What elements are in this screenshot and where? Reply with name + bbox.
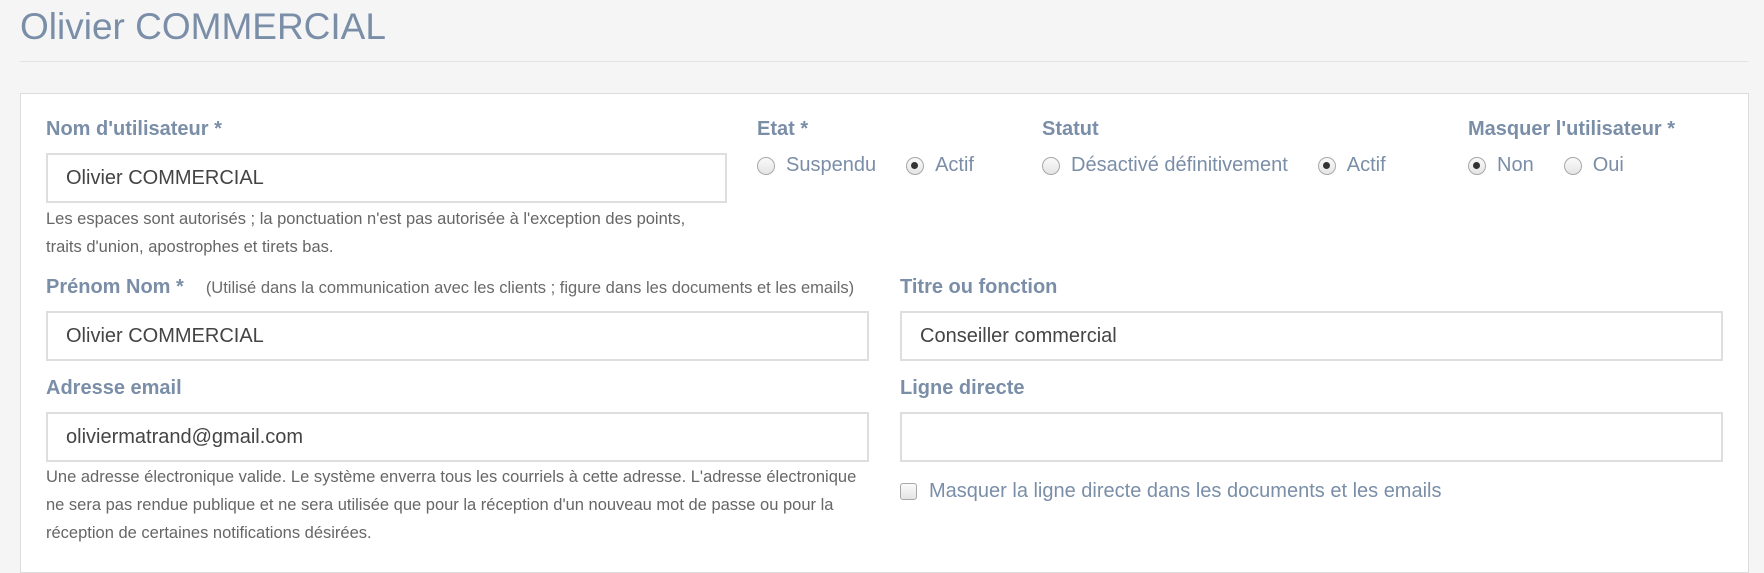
masquer-radio-non[interactable]: Non — [1468, 154, 1534, 177]
etat-radio-group: Suspendu Actif — [757, 154, 1004, 177]
titre-input[interactable]: Conseiller commercial — [900, 311, 1723, 361]
title-divider — [20, 61, 1748, 62]
statut-radio-actif[interactable]: Actif — [1317, 154, 1386, 177]
radio-checked-icon — [1317, 156, 1336, 175]
radio-circle-icon — [757, 156, 775, 175]
ligne-directe-label: Ligne directe — [900, 377, 1025, 399]
masquer-radio-group: Non Oui — [1468, 154, 1654, 177]
checkbox-label: Masquer la ligne directe dans les docume… — [929, 480, 1442, 502]
username-help-line1: Les espaces sont autorisés ; la ponctuat… — [46, 210, 686, 228]
etat-radio-suspendu[interactable]: Suspendu — [757, 154, 876, 177]
radio-label: Actif — [1346, 154, 1386, 176]
masquer-ligne-directe-checkbox[interactable]: Masquer la ligne directe dans les docume… — [900, 480, 1441, 503]
prenom-nom-hint: (Utilisé dans la communication avec les … — [205, 279, 855, 297]
page-title: Olivier COMMERCIAL — [20, 6, 386, 47]
etat-radio-actif[interactable]: Actif — [906, 154, 974, 177]
email-label: Adresse email — [46, 377, 182, 399]
radio-checked-icon — [1468, 156, 1486, 175]
radio-label: Désactivé définitivement — [1071, 154, 1288, 176]
email-help-line3: réception de certaines notifications dés… — [46, 524, 372, 542]
username-help: Les espaces sont autorisés ; la ponctuat… — [46, 205, 685, 261]
radio-label: Oui — [1592, 154, 1624, 176]
statut-radio-group: Désactivé définitivement Actif — [1042, 154, 1416, 177]
radio-checked-icon — [906, 156, 925, 175]
statut-label: Statut — [1042, 118, 1099, 140]
etat-label: Etat * — [757, 118, 809, 140]
username-label: Nom d'utilisateur * — [46, 118, 222, 140]
radio-label: Suspendu — [786, 154, 877, 176]
masquer-radio-oui[interactable]: Oui — [1563, 154, 1624, 177]
email-help: Une adresse électronique valide. Le syst… — [46, 463, 856, 547]
titre-label: Titre ou fonction — [900, 276, 1058, 298]
radio-label: Non — [1497, 154, 1534, 176]
radio-circle-icon — [1563, 156, 1582, 175]
masquer-utilisateur-label: Masquer l'utilisateur * — [1468, 118, 1676, 140]
ligne-directe-input[interactable] — [900, 412, 1723, 462]
radio-label: Actif — [935, 154, 974, 176]
username-help-line2: traits d'union, apostrophes et tirets ba… — [46, 238, 334, 256]
email-input[interactable]: oliviermatrand@gmail.com — [46, 412, 869, 462]
radio-circle-icon — [1042, 156, 1060, 175]
prenom-nom-input[interactable]: Olivier COMMERCIAL — [46, 311, 869, 361]
username-input[interactable]: Olivier COMMERCIAL — [46, 153, 727, 203]
checkbox-icon — [900, 483, 917, 500]
email-help-line2: ne sera pas rendue publique et ne sera u… — [46, 496, 834, 514]
statut-radio-desactive[interactable]: Désactivé définitivement — [1042, 154, 1288, 177]
prenom-nom-label: Prénom Nom * (Utilisé dans la communicati… — [46, 276, 854, 299]
prenom-nom-label-text: Prénom Nom * — [46, 276, 184, 298]
email-help-line1: Une adresse électronique valide. Le syst… — [46, 468, 857, 486]
